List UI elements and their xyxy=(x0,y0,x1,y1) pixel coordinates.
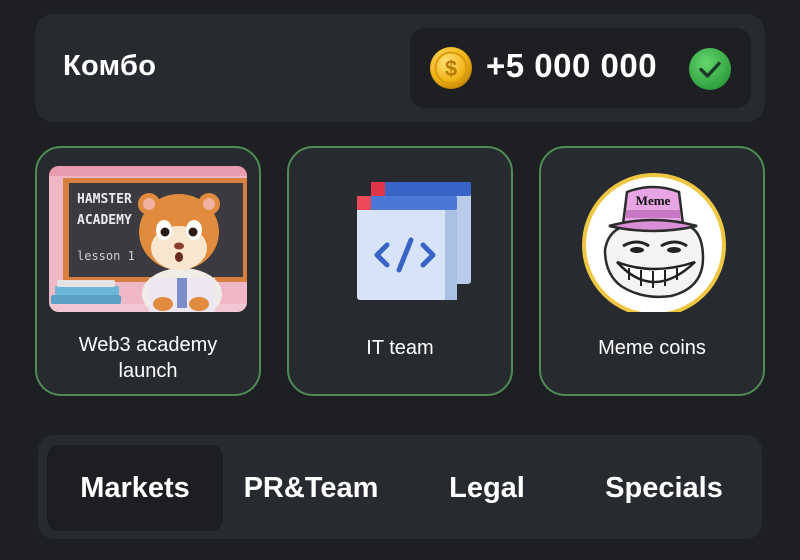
svg-text:lesson 1: lesson 1 xyxy=(77,249,135,263)
svg-text:HAMSTER: HAMSTER xyxy=(77,192,132,207)
combo-card-meme-coins[interactable]: Meme Meme coins xyxy=(539,146,765,396)
combo-reward-pill[interactable]: $ +5 000 000 xyxy=(410,28,751,108)
tab-pr-team[interactable]: PR&Team xyxy=(223,445,399,531)
combo-title: Комбо xyxy=(63,50,157,82)
tab-markets[interactable]: Markets xyxy=(47,445,223,531)
meme-coin-image: Meme xyxy=(582,173,726,312)
category-tab-bar: Markets PR&Team Legal Specials xyxy=(38,435,762,539)
hamster-academy-image: HAMSTER ACADEMY lesson 1 xyxy=(49,166,247,312)
combo-card-it-team[interactable]: IT team xyxy=(287,146,513,396)
daily-combo-bar: Комбо $ +5 000 000 xyxy=(35,14,765,122)
svg-text:$: $ xyxy=(445,56,457,81)
combo-card-web3-academy[interactable]: HAMSTER ACADEMY lesson 1 Web3 academy la… xyxy=(35,146,261,396)
code-window-icon xyxy=(357,182,471,300)
tab-legal[interactable]: Legal xyxy=(399,445,575,531)
check-icon xyxy=(689,48,731,90)
svg-text:Meme: Meme xyxy=(636,193,671,208)
tab-specials[interactable]: Specials xyxy=(575,445,753,531)
card-label: IT team xyxy=(366,337,434,359)
combo-screen: Комбо $ +5 000 000 HAMSTER ACADEMY lesso… xyxy=(0,0,800,560)
card-label: Meme coins xyxy=(598,337,706,359)
combo-reward-amount: +5 000 000 xyxy=(486,47,658,84)
svg-text:ACADEMY: ACADEMY xyxy=(77,213,132,228)
card-label: Web3 academy launch xyxy=(78,334,218,382)
coin-icon: $ xyxy=(430,47,472,89)
